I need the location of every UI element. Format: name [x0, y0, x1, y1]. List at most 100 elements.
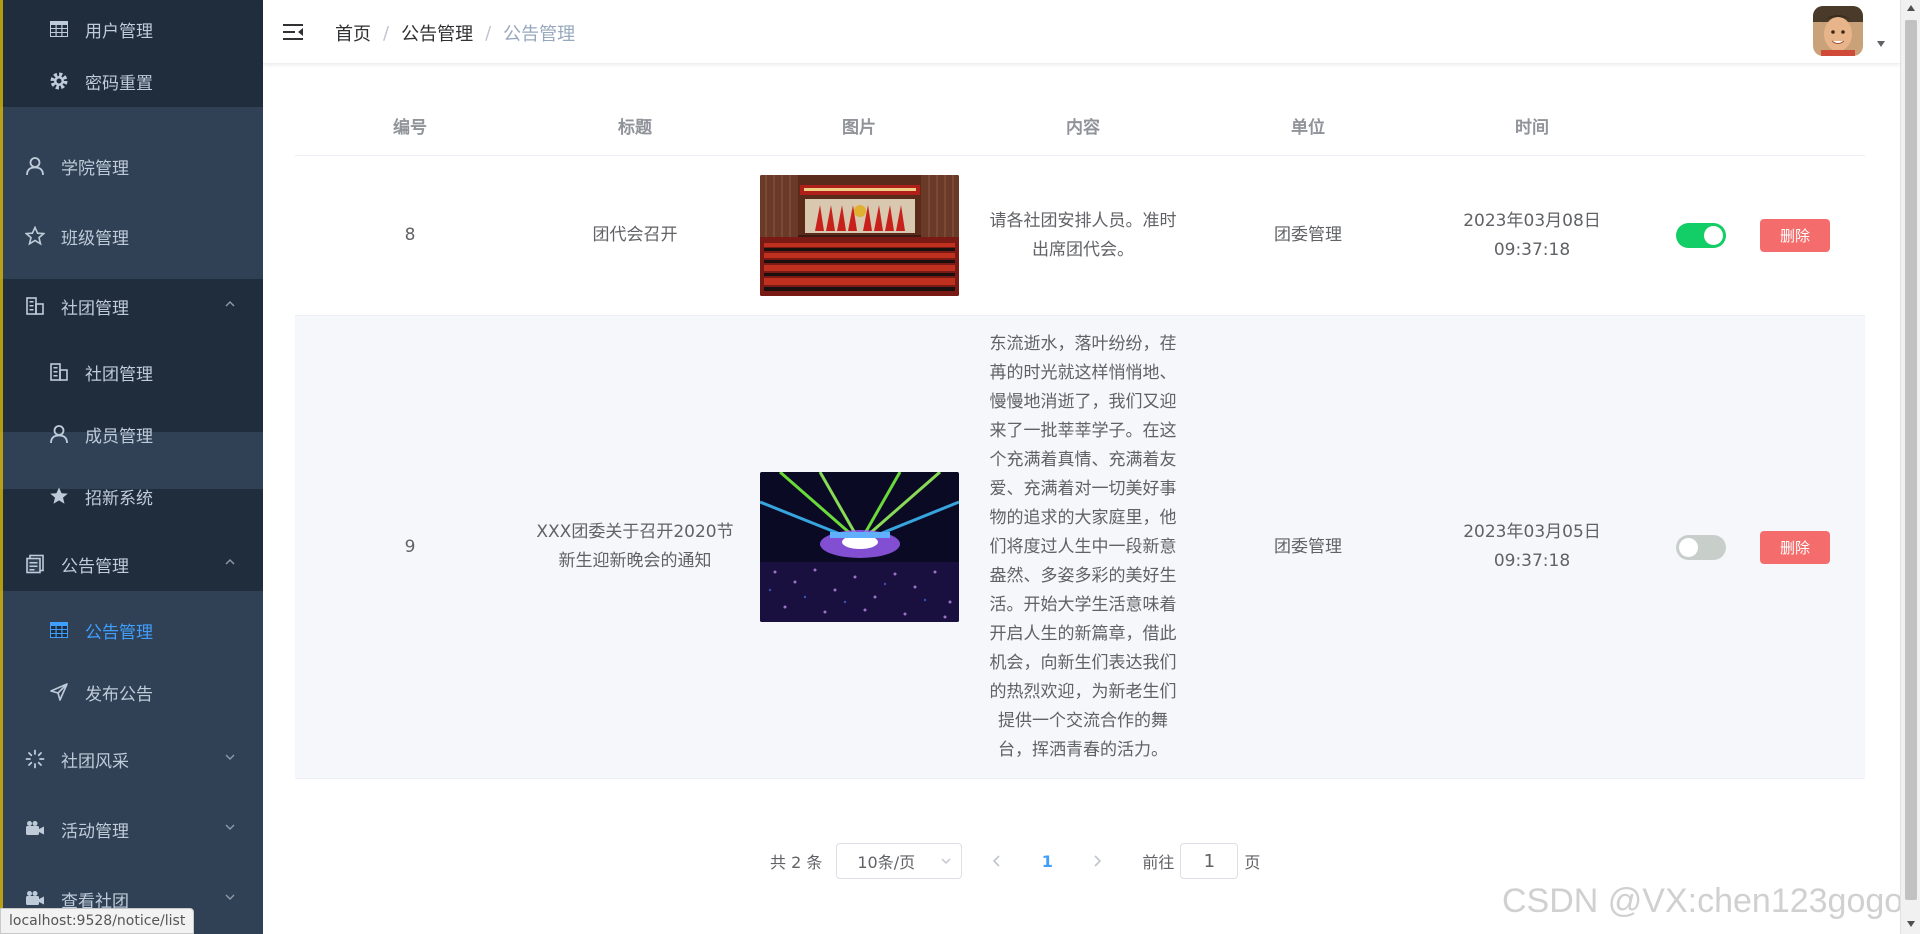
delete-button[interactable]: 删除 [1760, 530, 1830, 564]
table-header: 编号 标题 图片 内容 单位 时间 [295, 96, 1865, 156]
sidebar-item-label: 社团管理 [61, 298, 129, 319]
cell-ops: 删除 [1641, 219, 1865, 252]
breadcrumb-notice-group[interactable]: 公告管理 [401, 20, 473, 46]
status-toggle[interactable] [1676, 223, 1726, 248]
building-icon [24, 295, 46, 317]
toggle-knob [1704, 226, 1723, 245]
cell-ops: 删除 [1641, 530, 1865, 564]
header-image: 图片 [842, 118, 876, 138]
scroll-up-icon[interactable] [1906, 4, 1916, 12]
page-size-select[interactable]: 10条/页 [836, 843, 963, 879]
user-icon [24, 155, 46, 177]
header-content: 内容 [1066, 118, 1100, 138]
scrollbar-thumb[interactable] [1905, 20, 1917, 900]
sidebar-item-label: 成员管理 [85, 426, 153, 447]
status-url: localhost:9528/notice/list [0, 908, 195, 934]
sidebar-item-activity-management[interactable]: 活动管理 [0, 794, 263, 864]
cell-image [745, 472, 973, 622]
notice-table: 编号 标题 图片 内容 单位 时间 8 团代会召开 请各社团安排人员。准时出席团… [295, 96, 1865, 779]
navbar: 首页 / 公告管理 / 公告管理 [263, 0, 1900, 64]
loading-icon [24, 748, 46, 770]
send-icon [48, 681, 70, 703]
sidebar-item-label: 公告管理 [61, 556, 129, 577]
sidebar-edge [0, 0, 3, 934]
chevron-down-icon [225, 824, 235, 830]
breadcrumb: 首页 / 公告管理 / 公告管理 [335, 20, 575, 46]
sidebar-item-notice-management-group[interactable]: 公告管理 [0, 529, 263, 599]
gear-icon [48, 70, 70, 92]
table-row: 9 XXX团委关于召开2020节新生迎新晚会的通知 东流逝水，落叶纷纷，荏苒的时… [295, 316, 1865, 779]
delete-button[interactable]: 删除 [1760, 219, 1830, 252]
sidebar-item-club-management[interactable]: 社团管理 [0, 341, 263, 403]
header-unit: 单位 [1291, 118, 1325, 138]
sidebar-item-club-style[interactable]: 社团风采 [0, 724, 263, 794]
jump-page-input[interactable] [1180, 843, 1239, 879]
sidebar-item-label: 用户管理 [85, 21, 153, 42]
page-number[interactable]: 1 [1032, 852, 1062, 871]
cell-image [745, 175, 973, 296]
chevron-right-icon [1094, 855, 1102, 867]
cell-unit: 团委管理 [1274, 225, 1342, 245]
sidebar-item-password-reset[interactable]: 密码重置 [0, 50, 263, 112]
avatar[interactable] [1813, 6, 1863, 56]
pagination-total: 共 2 条 [770, 853, 823, 872]
jump-unit: 页 [1244, 853, 1261, 872]
sidebar-item-member-management[interactable]: 成员管理 [0, 403, 263, 465]
cell-title: 团代会召开 [592, 225, 678, 245]
chevron-down-icon [225, 894, 235, 900]
chevron-up-icon [225, 559, 235, 565]
sidebar-item-label: 社团管理 [85, 364, 153, 385]
next-page-button[interactable] [1082, 843, 1112, 879]
scrollbar[interactable] [1900, 0, 1920, 934]
table-icon [48, 619, 70, 641]
cell-content: 东流逝水，落叶纷纷，荏苒的时光就这样悄悄地、慢慢地消逝了，我们又迎来了一批莘莘学… [989, 333, 1177, 760]
scroll-down-icon[interactable] [1906, 920, 1916, 928]
sidebar-item-label: 公告管理 [85, 622, 153, 643]
sidebar: 用户管理 密码重置 学院管理 班级管理 社团管理 社团管理 成员管理 招新系统 … [0, 0, 263, 934]
jump-label: 前往 [1142, 853, 1175, 872]
breadcrumb-separator: / [485, 22, 492, 44]
stage-concert-photo [759, 472, 959, 622]
breadcrumb-separator: / [383, 22, 390, 44]
status-toggle[interactable] [1676, 534, 1726, 560]
hamburger-icon[interactable] [281, 20, 305, 44]
camera-icon [24, 818, 46, 840]
prev-page-button[interactable] [982, 843, 1012, 879]
watermark: CSDN @VX:chen123gogo [1502, 882, 1904, 920]
chevron-down-icon [941, 858, 951, 864]
chevron-down-icon [225, 754, 235, 760]
header-title: 标题 [618, 118, 652, 138]
sidebar-item-label: 班级管理 [61, 228, 129, 249]
building-icon [48, 361, 70, 383]
sidebar-item-class-management[interactable]: 班级管理 [0, 201, 263, 271]
cell-content: 请各社团安排人员。准时出席团代会。 [989, 210, 1177, 260]
caret-down-icon[interactable] [1876, 40, 1886, 48]
camera-icon [24, 888, 46, 910]
sidebar-item-notice-management[interactable]: 公告管理 [0, 599, 263, 661]
header-id: 编号 [393, 118, 427, 138]
app-root: 用户管理 密码重置 学院管理 班级管理 社团管理 社团管理 成员管理 招新系统 … [0, 0, 1920, 934]
star-outline-icon [24, 225, 46, 247]
header-time: 时间 [1515, 118, 1549, 138]
document-icon [24, 553, 46, 575]
sidebar-item-label: 社团风采 [61, 751, 129, 772]
star-filled-icon [48, 485, 70, 507]
sidebar-item-college-management[interactable]: 学院管理 [0, 131, 263, 201]
chevron-up-icon [225, 301, 235, 307]
cell-title: XXX团委关于召开2020节新生迎新晚会的通知 [536, 522, 734, 571]
sidebar-item-label: 活动管理 [61, 821, 129, 842]
cell-id: 9 [404, 536, 416, 557]
cell-time: 2023年03月08日 09:37:18 [1463, 210, 1601, 260]
sidebar-item-recruitment[interactable]: 招新系统 [0, 465, 263, 527]
user-icon [48, 423, 70, 445]
sidebar-item-club-management-group[interactable]: 社团管理 [0, 271, 263, 341]
cell-time: 2023年03月05日 09:37:18 [1463, 522, 1601, 571]
sidebar-item-publish-notice[interactable]: 发布公告 [0, 661, 263, 723]
cell-id: 8 [404, 225, 416, 245]
sidebar-item-label: 密码重置 [85, 73, 153, 94]
pagination: 共 2 条 10条/页 1 前往 页 [770, 843, 1260, 879]
toggle-knob [1679, 537, 1698, 557]
sidebar-item-label: 发布公告 [85, 684, 153, 705]
cell-unit: 团委管理 [1274, 536, 1342, 557]
breadcrumb-home[interactable]: 首页 [335, 20, 371, 46]
